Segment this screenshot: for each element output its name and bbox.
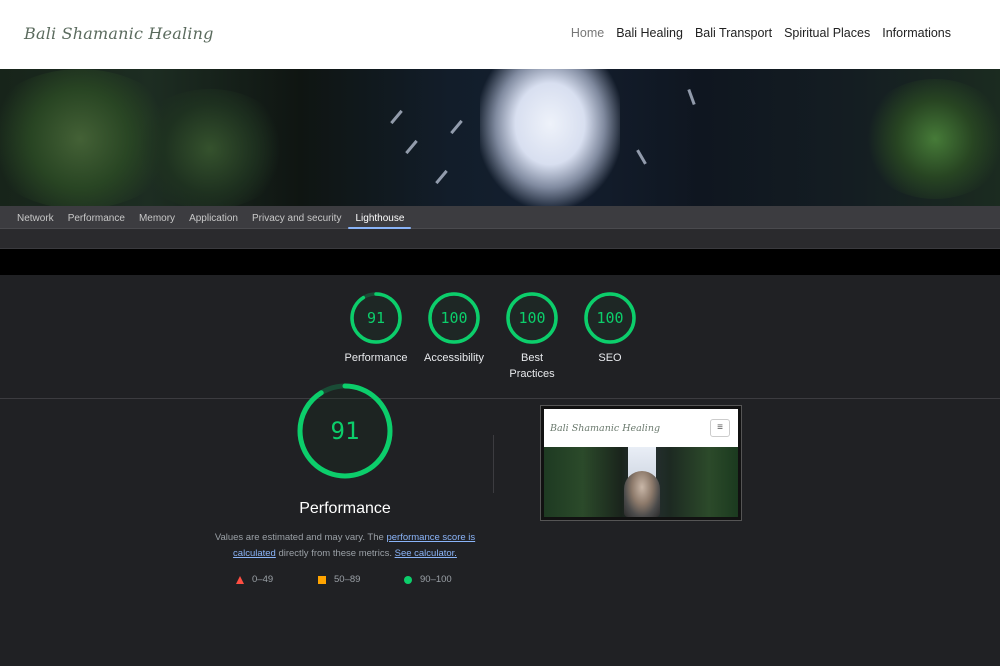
hero-image: [0, 69, 1000, 206]
lighthouse-toolbar: [0, 229, 1000, 249]
tab-memory[interactable]: Memory: [132, 206, 182, 229]
score-gauges: 91 Performance 100 Accessibility 100 Bes…: [335, 291, 665, 391]
site-logo[interactable]: Bali Shamanic Healing: [24, 24, 214, 43]
section-divider: [0, 398, 1000, 399]
tab-privacy-security[interactable]: Privacy and security: [245, 206, 348, 229]
gauge-value: 100: [518, 309, 545, 327]
nav-bali-transport[interactable]: Bali Transport: [695, 26, 772, 40]
site-nav: Home Bali Healing Bali Transport Spiritu…: [571, 26, 951, 40]
gauge-value: 91: [367, 309, 385, 327]
gauge-value: 100: [440, 309, 467, 327]
gauge-label: Best Practices: [509, 352, 555, 380]
site-header: Bali Shamanic Healing Home Bali Healing …: [0, 0, 1000, 69]
nav-home[interactable]: Home: [571, 26, 604, 40]
gauge-label: Accessibility: [424, 352, 484, 364]
tab-application[interactable]: Application: [182, 206, 245, 229]
circle-icon: [404, 575, 412, 584]
big-gauge-value: 91: [331, 417, 360, 445]
square-icon: [318, 575, 326, 584]
gauge-best-practices[interactable]: 100 Best Practices: [492, 291, 572, 382]
gauge-ring-icon: 100: [584, 292, 636, 344]
performance-big-gauge[interactable]: 91: [295, 381, 395, 481]
vertical-separator: [493, 435, 494, 493]
legend-label: 0–49: [252, 574, 274, 585]
legend-label: 90–100: [420, 574, 452, 585]
score-legend: 0–49 50–89 90–100: [236, 574, 476, 588]
gauge-performance[interactable]: 91 Performance: [336, 291, 416, 366]
legend-average: 50–89: [318, 574, 360, 585]
gauge-ring-icon: 100: [428, 292, 480, 344]
gauge-ring-icon: 91: [350, 292, 402, 344]
gauge-value: 100: [596, 309, 623, 327]
nav-spiritual-places[interactable]: Spiritual Places: [784, 26, 870, 40]
desc-text: directly from these metrics.: [278, 548, 392, 559]
page-screenshot-thumbnail[interactable]: Bali Shamanic Healing ≡: [540, 405, 742, 521]
nav-bali-healing[interactable]: Bali Healing: [616, 26, 683, 40]
nav-informations[interactable]: Informations: [882, 26, 951, 40]
lighthouse-report: 91 Performance 100 Accessibility 100 Bes…: [0, 275, 1000, 666]
legend-label: 50–89: [334, 574, 361, 585]
legend-fail: 0–49: [236, 574, 273, 585]
gauge-seo[interactable]: 100 SEO: [570, 291, 650, 366]
devtools-tab-bar: Network Performance Memory Application P…: [0, 206, 1000, 229]
devtools-panel: Network Performance Memory Application P…: [0, 206, 1000, 666]
thumb-logo: Bali Shamanic Healing: [550, 423, 661, 434]
gauge-ring-icon: 100: [506, 292, 558, 344]
gauge-accessibility[interactable]: 100 Accessibility: [414, 291, 494, 366]
see-calculator-link[interactable]: See calculator.: [395, 548, 457, 559]
report-topbar: [0, 249, 1000, 275]
desc-text: Values are estimated and may vary. The: [214, 532, 384, 543]
triangle-icon: [236, 575, 244, 584]
tab-lighthouse[interactable]: Lighthouse: [348, 206, 412, 229]
tab-network[interactable]: Network: [10, 206, 61, 229]
performance-title: Performance: [299, 500, 391, 517]
thumb-header: Bali Shamanic Healing ≡: [544, 409, 738, 447]
gauge-label: Performance: [344, 352, 408, 364]
tab-performance[interactable]: Performance: [61, 206, 132, 229]
performance-description: Values are estimated and may vary. The p…: [200, 530, 490, 562]
gauge-label: SEO: [598, 352, 622, 364]
legend-pass: 90–100: [404, 574, 452, 585]
hamburger-menu-icon: ≡: [710, 419, 730, 437]
thumb-photo: [544, 447, 738, 517]
